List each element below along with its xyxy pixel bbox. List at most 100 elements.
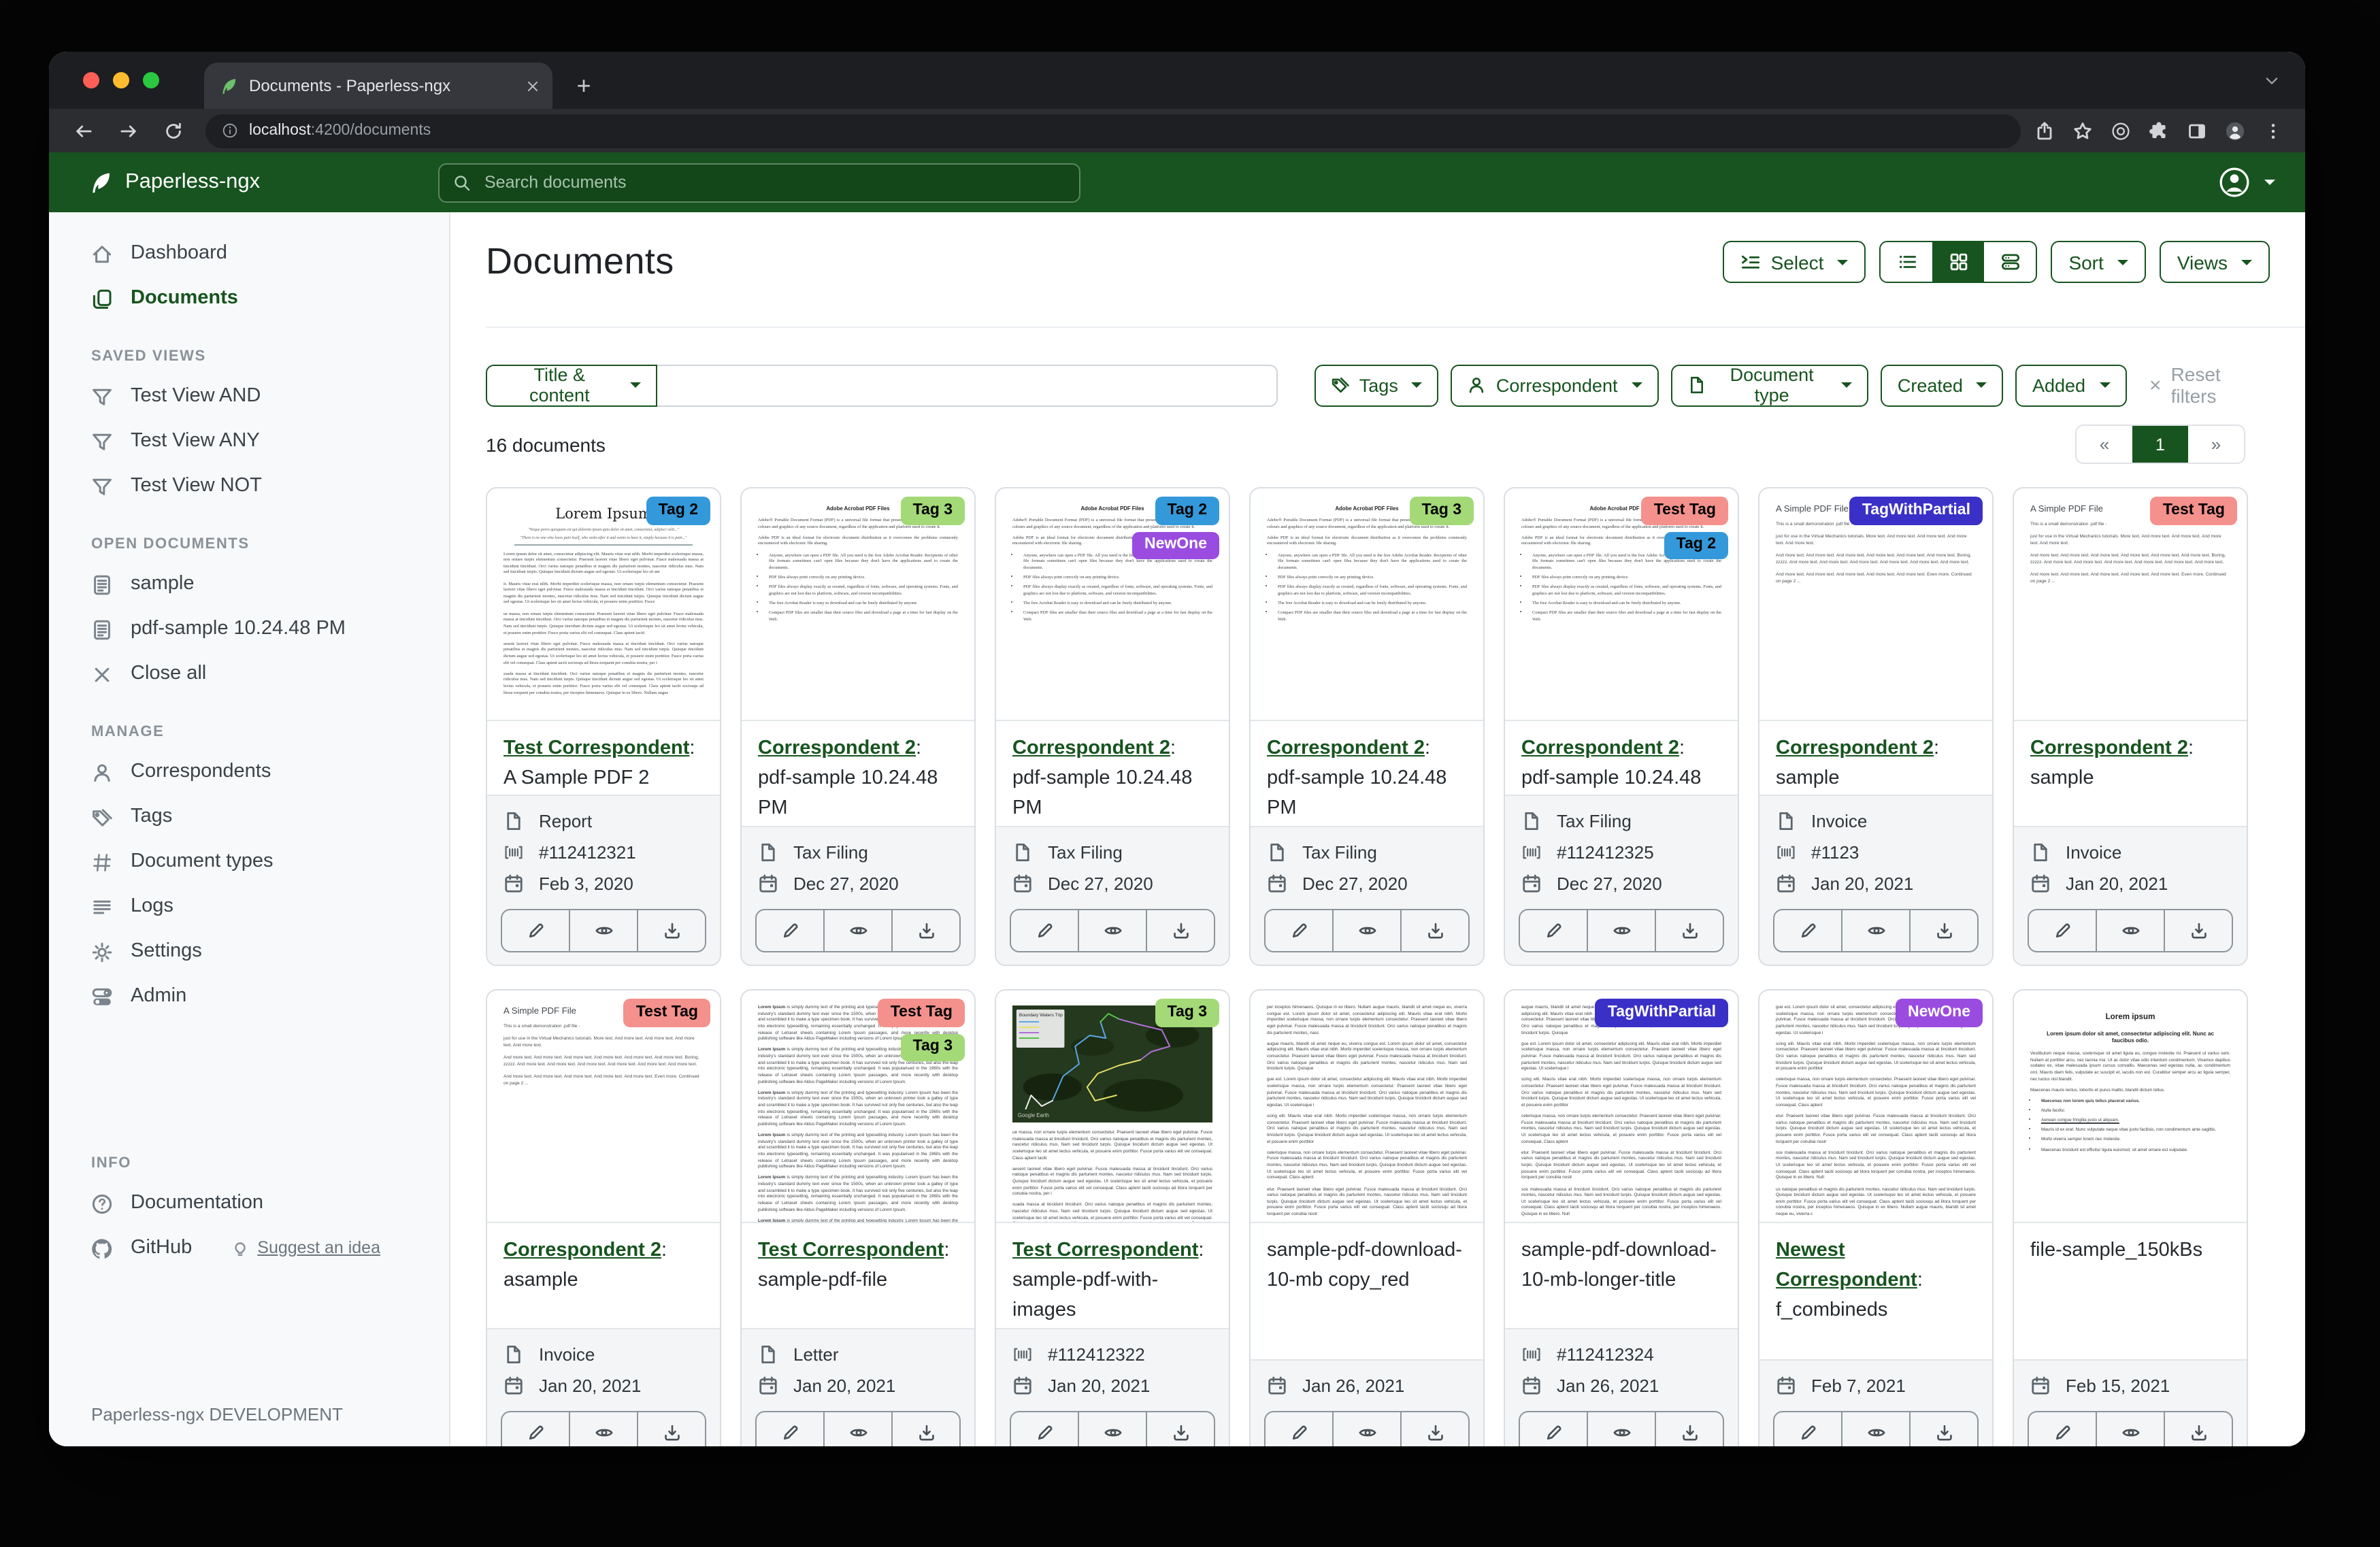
download-button[interactable] [1909, 1412, 1977, 1446]
back-button[interactable] [65, 113, 101, 148]
document-card[interactable]: gue est. Lorem ipsum dolor sit amet, con… [1758, 989, 1994, 1446]
correspondent-link[interactable]: Correspondent 2 [503, 1240, 661, 1261]
tab-close-icon[interactable] [525, 78, 540, 93]
next-page-button[interactable]: » [2188, 426, 2244, 463]
edit-button[interactable] [1011, 910, 1078, 951]
edit-button[interactable] [1011, 1412, 1078, 1446]
correspondent-link[interactable]: Test Correspondent [758, 1240, 944, 1261]
document-card[interactable]: Adobe Acrobat PDF FilesAdobe® Portable D… [1504, 487, 1739, 966]
tag-badge[interactable]: Test Tag [1642, 497, 1728, 525]
document-card[interactable]: augue mauris, blandit sit amet neque eu,… [1504, 989, 1739, 1446]
sidebar-item-tags[interactable]: Tags [49, 795, 449, 839]
download-button[interactable] [2164, 910, 2232, 951]
view-button[interactable] [569, 910, 637, 951]
views-button[interactable]: Views [2160, 241, 2270, 283]
edit-button[interactable] [757, 910, 823, 951]
tag-badge[interactable]: Test Tag [878, 999, 965, 1027]
reload-button[interactable] [155, 113, 191, 148]
download-button[interactable] [1146, 1412, 1214, 1446]
view-button[interactable] [1078, 910, 1146, 951]
view-button[interactable] [1841, 1412, 1909, 1446]
document-card[interactable]: A Simple PDF FileThis is a small demonst… [2013, 487, 2248, 966]
download-button[interactable] [1655, 1412, 1723, 1446]
sidebar-item-test-view-any[interactable]: Test View ANY [49, 419, 449, 464]
filter-document-type-button[interactable]: Document type [1670, 364, 1868, 406]
share-icon[interactable] [2034, 120, 2055, 141]
tag-badge[interactable]: Tag 3 [901, 1033, 965, 1061]
extensions-icon[interactable] [2149, 120, 2169, 141]
view-details-button[interactable] [1984, 242, 2036, 282]
sidebar-item-sample[interactable]: sample [49, 562, 449, 607]
edit-button[interactable] [757, 1412, 823, 1446]
correspondent-link[interactable]: Correspondent 2 [1012, 737, 1170, 759]
document-card[interactable]: Lorem Ipsum"Neque porro quisquam est qui… [486, 487, 721, 966]
download-button[interactable] [1400, 910, 1468, 951]
correspondent-link[interactable]: Newest Correspondent [1776, 1240, 1917, 1291]
view-button[interactable] [823, 1412, 891, 1446]
window-zoom-button[interactable] [143, 72, 159, 88]
sidebar-item-documentation[interactable]: Documentation [49, 1181, 449, 1226]
document-card[interactable]: Adobe Acrobat PDF FilesAdobe® Portable D… [995, 487, 1230, 966]
sidebar-item-logs[interactable]: Logs [49, 884, 449, 929]
document-card[interactable]: Adobe Acrobat PDF FilesAdobe® Portable D… [1249, 487, 1485, 966]
edit-button[interactable] [2029, 1412, 2096, 1446]
tab-search-chevron-icon[interactable] [2263, 52, 2281, 109]
document-preview[interactable]: Lorem ipsumLorem ipsum dolor sit amet, c… [2014, 991, 2247, 1223]
password-manager-icon[interactable] [2111, 120, 2131, 141]
download-button[interactable] [1655, 910, 1723, 951]
current-page[interactable]: 1 [2132, 426, 2188, 463]
download-button[interactable] [891, 910, 959, 951]
view-button[interactable] [1332, 1412, 1400, 1446]
tag-badge[interactable]: Tag 3 [1155, 999, 1219, 1027]
sidebar-item-close-all[interactable]: Close all [49, 652, 449, 697]
correspondent-link[interactable]: Test Correspondent [1012, 1240, 1198, 1261]
correspondent-link[interactable]: Test Correspondent [503, 737, 689, 759]
sidebar-link-suggest-an-idea[interactable]: Suggest an idea [231, 1237, 380, 1260]
tag-badge[interactable]: TagWithPartial [1850, 497, 1983, 525]
view-button[interactable] [1078, 1412, 1146, 1446]
sidebar-item-settings[interactable]: Settings [49, 929, 449, 974]
edit-button[interactable] [1520, 1412, 1587, 1446]
view-button[interactable] [569, 1412, 637, 1446]
search-input[interactable] [482, 171, 1065, 193]
app-brand[interactable]: Paperless-ngx [49, 170, 438, 195]
edit-button[interactable] [1520, 910, 1587, 951]
document-card[interactable]: Lorem ipsumLorem ipsum dolor sit amet, c… [2013, 989, 2248, 1446]
view-button[interactable] [1587, 1412, 1655, 1446]
sidebar-item-dashboard[interactable]: Dashboard [49, 231, 449, 276]
filter-field-button[interactable]: Title & content [486, 364, 658, 406]
download-button[interactable] [637, 1412, 705, 1446]
tag-badge[interactable]: NewOne [1896, 999, 1983, 1027]
edit-button[interactable] [1774, 910, 1841, 951]
tag-badge[interactable]: NewOne [1132, 531, 1219, 559]
filter-tags-button[interactable]: Tags [1315, 364, 1439, 406]
tag-badge[interactable]: Tag 3 [901, 497, 965, 525]
filter-created-button[interactable]: Created [1881, 364, 2004, 406]
tag-badge[interactable]: TagWithPartial [1596, 999, 1728, 1027]
sidebar-item-document-types[interactable]: Document types [49, 839, 449, 884]
download-button[interactable] [2164, 1412, 2232, 1446]
edit-button[interactable] [1266, 1412, 1332, 1446]
filter-input[interactable] [658, 364, 1278, 406]
view-button[interactable] [2096, 910, 2164, 951]
browser-profile-avatar[interactable] [2225, 120, 2245, 141]
view-button[interactable] [1841, 910, 1909, 951]
address-bar[interactable]: localhost:4200/documents [205, 114, 2021, 148]
window-minimize-button[interactable] [113, 72, 129, 88]
tag-badge[interactable]: Tag 2 [1155, 497, 1219, 525]
sidebar-item-github[interactable]: GitHubSuggest an idea [49, 1226, 449, 1271]
sidebar-item-test-view-not[interactable]: Test View NOT [49, 464, 449, 509]
sidebar-item-pdf-sample-10-24-48-pm[interactable]: pdf-sample 10.24.48 PM [49, 607, 449, 652]
view-button[interactable] [1587, 910, 1655, 951]
tag-badge[interactable]: Tag 2 [1664, 531, 1728, 559]
new-tab-button[interactable]: + [566, 68, 601, 103]
document-card[interactable]: Boundary Waters TripGoogle Earthue massa… [995, 989, 1230, 1446]
view-button[interactable] [1332, 910, 1400, 951]
browser-menu-icon[interactable] [2263, 120, 2283, 141]
filter-correspondent-button[interactable]: Correspondent [1451, 364, 1659, 406]
download-button[interactable] [1146, 910, 1214, 951]
sidebar-item-correspondents[interactable]: Correspondents [49, 750, 449, 795]
view-list-button[interactable] [1881, 242, 1932, 282]
side-panel-icon[interactable] [2187, 120, 2207, 141]
forward-button[interactable] [110, 113, 146, 148]
